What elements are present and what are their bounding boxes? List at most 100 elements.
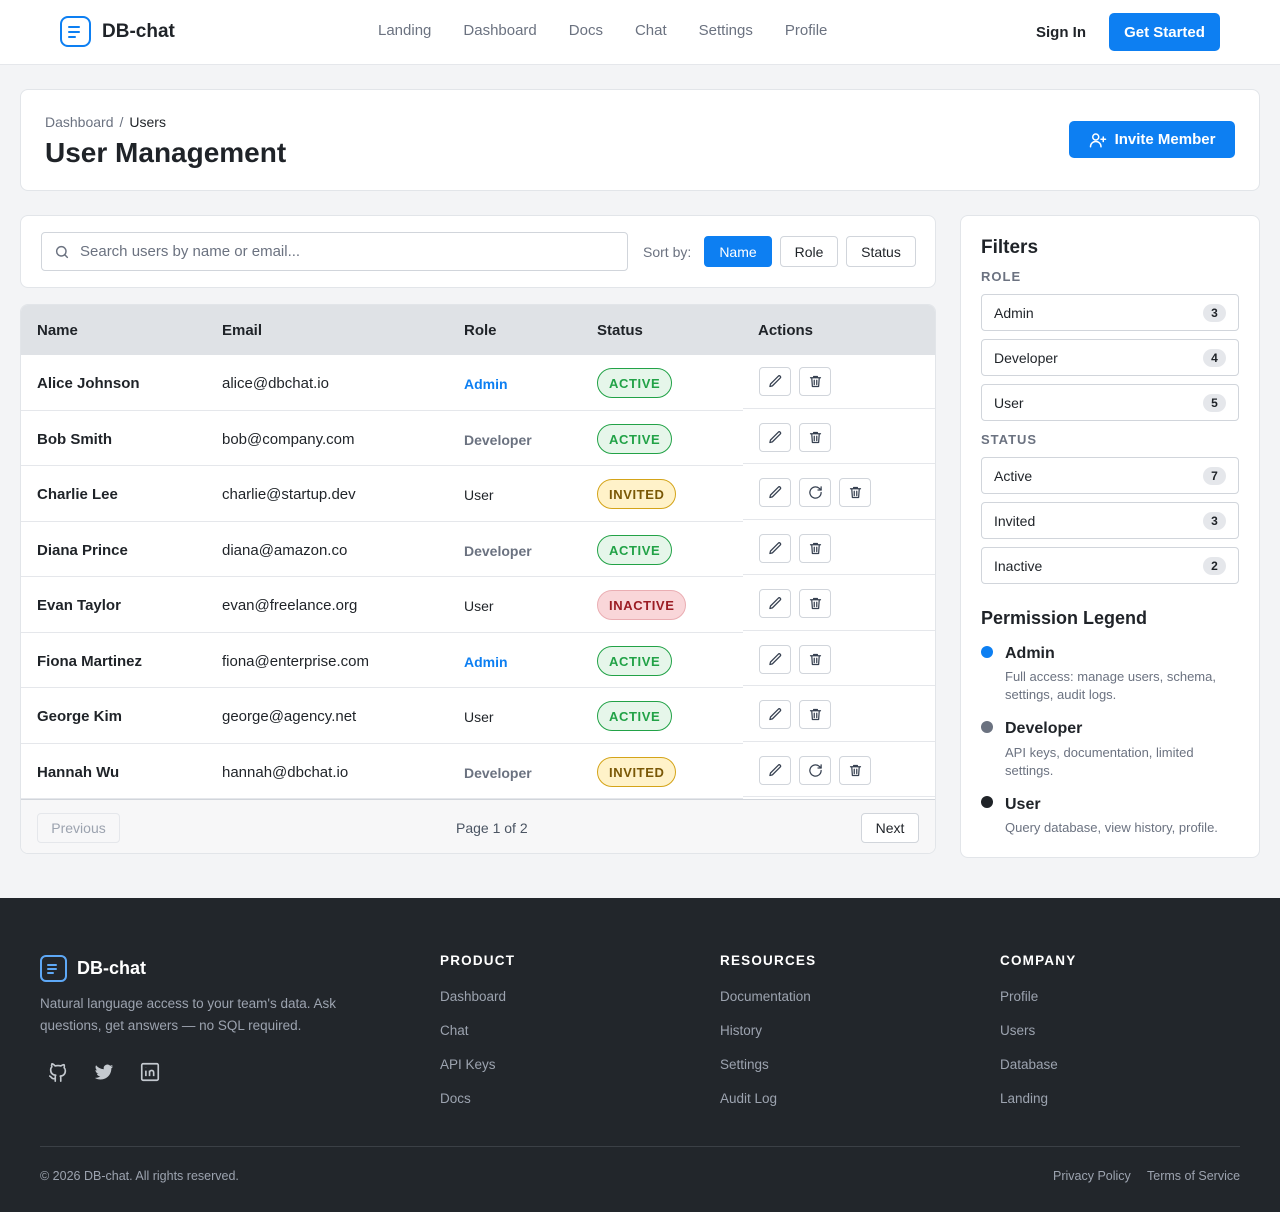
delete-button[interactable] bbox=[839, 478, 871, 507]
footer-description: Natural language access to your team's d… bbox=[40, 996, 336, 1033]
copyright: © 2026 DB-chat. All rights reserved. bbox=[40, 1169, 239, 1183]
privacy-policy-link[interactable]: Privacy Policy bbox=[1053, 1169, 1131, 1183]
user-role: Developer bbox=[464, 432, 532, 448]
user-dot-icon bbox=[981, 796, 993, 808]
user-name: Bob Smith bbox=[37, 431, 112, 448]
nav-link-profile[interactable]: Profile bbox=[769, 22, 844, 39]
edit-button[interactable] bbox=[759, 423, 791, 452]
filter-status-active[interactable]: Active 7 bbox=[981, 457, 1239, 494]
edit-button[interactable] bbox=[759, 367, 791, 396]
status-badge: ACTIVE bbox=[597, 701, 673, 731]
filter-role-developer[interactable]: Developer 4 bbox=[981, 339, 1239, 376]
filter-status-inactive[interactable]: Inactive 2 bbox=[981, 547, 1239, 584]
brand-name: DB-chat bbox=[102, 20, 175, 42]
count-badge: 3 bbox=[1203, 512, 1226, 530]
delete-button[interactable] bbox=[839, 756, 871, 785]
footer-link[interactable]: Documentation bbox=[720, 989, 816, 1023]
edit-button[interactable] bbox=[759, 589, 791, 618]
footer-link[interactable]: Profile bbox=[1000, 989, 1076, 1023]
delete-button[interactable] bbox=[799, 645, 831, 674]
linkedin-icon[interactable] bbox=[139, 1061, 161, 1083]
nav-link-dashboard[interactable]: Dashboard bbox=[447, 22, 552, 39]
user-name: Fiona Martinez bbox=[37, 653, 143, 670]
footer-link[interactable]: Chat bbox=[440, 1023, 515, 1057]
delete-button[interactable] bbox=[799, 367, 831, 396]
invite-member-button[interactable]: Invite Member bbox=[1069, 121, 1235, 158]
legend-developer-desc: API keys, documentation, limited setting… bbox=[1005, 745, 1194, 778]
table-row: George Kim george@agency.net User ACTIVE bbox=[21, 688, 935, 744]
terms-of-service-link[interactable]: Terms of Service bbox=[1147, 1169, 1240, 1183]
edit-button[interactable] bbox=[759, 478, 791, 507]
user-name: Hannah Wu bbox=[37, 764, 120, 781]
column-header-name[interactable]: Name bbox=[37, 322, 78, 339]
pencil-icon bbox=[768, 541, 783, 556]
users-table: Name Email Role Status Actions Alice Joh… bbox=[20, 304, 936, 854]
search-input[interactable] bbox=[80, 233, 620, 270]
user-email: charlie@startup.dev bbox=[222, 486, 356, 503]
table-row: Bob Smith bob@company.com Developer ACTIVE bbox=[21, 411, 935, 466]
pencil-icon bbox=[768, 596, 783, 611]
row-divider bbox=[743, 463, 935, 464]
filter-role-admin[interactable]: Admin 3 bbox=[981, 294, 1239, 331]
footer-brand[interactable]: DB-chat bbox=[40, 955, 146, 982]
nav-link-docs[interactable]: Docs bbox=[553, 22, 619, 39]
footer-link[interactable]: Landing bbox=[1000, 1091, 1076, 1125]
sort-label: Sort by: bbox=[643, 244, 692, 260]
nav-link-chat[interactable]: Chat bbox=[619, 22, 683, 39]
footer-link[interactable]: History bbox=[720, 1023, 816, 1057]
sort-role-button[interactable]: Role bbox=[780, 236, 838, 267]
edit-button[interactable] bbox=[759, 756, 791, 785]
trash-icon bbox=[808, 652, 823, 667]
footer-link[interactable]: Settings bbox=[720, 1057, 816, 1091]
filter-status-invited[interactable]: Invited 3 bbox=[981, 502, 1239, 539]
status-badge: ACTIVE bbox=[597, 368, 673, 398]
row-divider bbox=[743, 741, 935, 742]
sort-status-button[interactable]: Status bbox=[846, 236, 916, 267]
footer-column-product: PRODUCT Dashboard Chat API Keys Docs bbox=[440, 953, 515, 1125]
footer-link[interactable]: Database bbox=[1000, 1057, 1076, 1091]
status-badge: INVITED bbox=[597, 479, 677, 509]
footer-link[interactable]: API Keys bbox=[440, 1057, 515, 1091]
column-header-role[interactable]: Role bbox=[464, 322, 497, 339]
previous-page-button[interactable]: Previous bbox=[37, 813, 120, 843]
nav-link-settings[interactable]: Settings bbox=[683, 22, 769, 39]
get-started-button[interactable]: Get Started bbox=[1109, 13, 1220, 51]
user-role: User bbox=[464, 598, 494, 614]
status-badge: ACTIVE bbox=[597, 646, 673, 676]
table-row: Charlie Lee charlie@startup.dev User INVITE… bbox=[21, 466, 935, 522]
github-icon[interactable] bbox=[47, 1061, 69, 1083]
row-divider bbox=[743, 796, 935, 797]
legend-developer-name: Developer bbox=[1005, 720, 1083, 737]
brand[interactable]: DB-chat bbox=[60, 16, 175, 47]
edit-button[interactable] bbox=[759, 645, 791, 674]
footer-link[interactable]: Audit Log bbox=[720, 1091, 816, 1125]
edit-button[interactable] bbox=[759, 700, 791, 729]
table-row: Fiona Martinez fiona@enterprise.com Admin A… bbox=[21, 633, 935, 688]
delete-button[interactable] bbox=[799, 423, 831, 452]
delete-button[interactable] bbox=[799, 589, 831, 618]
sign-in-button[interactable]: Sign In bbox=[1036, 24, 1086, 41]
breadcrumb-dashboard[interactable]: Dashboard bbox=[45, 114, 114, 130]
trash-icon bbox=[808, 707, 823, 722]
nav-link-landing[interactable]: Landing bbox=[362, 22, 447, 39]
sort-name-button[interactable]: Name bbox=[704, 236, 772, 267]
filter-role-user[interactable]: User 5 bbox=[981, 384, 1239, 421]
column-header-email[interactable]: Email bbox=[222, 322, 262, 339]
twitter-icon[interactable] bbox=[93, 1061, 115, 1083]
page-info: Page 1 of 2 bbox=[456, 820, 528, 836]
search-box[interactable] bbox=[41, 232, 628, 271]
next-page-button[interactable]: Next bbox=[861, 813, 919, 843]
resend-invite-button[interactable] bbox=[799, 478, 831, 507]
user-role: Developer bbox=[464, 543, 532, 559]
edit-button[interactable] bbox=[759, 534, 791, 563]
resend-invite-button[interactable] bbox=[799, 756, 831, 785]
delete-button[interactable] bbox=[799, 534, 831, 563]
footer-link[interactable]: Docs bbox=[440, 1091, 515, 1125]
search-bar: Sort by: Name Role Status bbox=[20, 215, 936, 288]
footer-link[interactable]: Users bbox=[1000, 1023, 1076, 1057]
footer-link[interactable]: Dashboard bbox=[440, 989, 515, 1023]
delete-button[interactable] bbox=[799, 700, 831, 729]
pencil-icon bbox=[768, 485, 783, 500]
refresh-icon bbox=[808, 763, 823, 778]
column-header-status[interactable]: Status bbox=[597, 322, 643, 339]
